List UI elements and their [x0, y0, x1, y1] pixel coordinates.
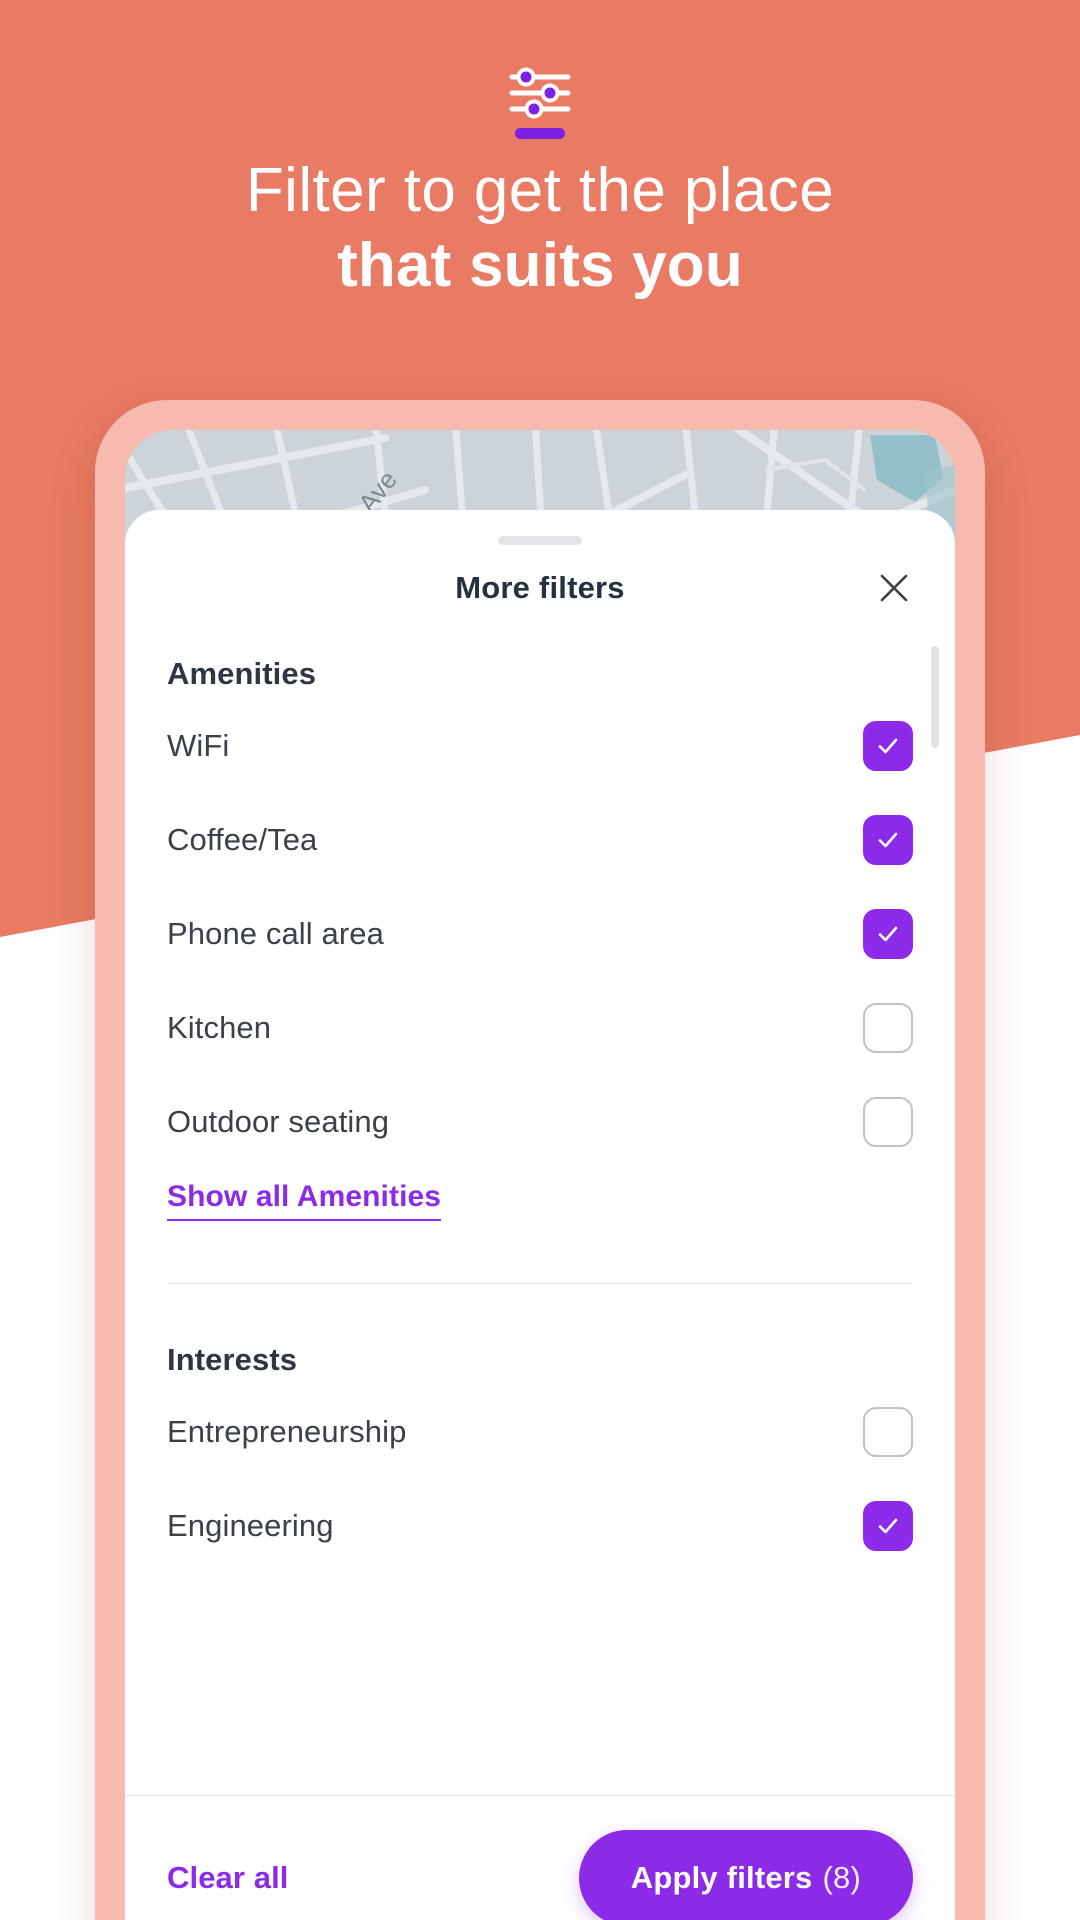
filter-row-engineering[interactable]: Engineering — [167, 1486, 913, 1566]
clear-all-button[interactable]: Clear all — [167, 1860, 289, 1896]
sheet-title: More filters — [455, 570, 625, 605]
filter-row-coffee-tea[interactable]: Coffee/Tea — [167, 800, 913, 880]
phone-mockup-frame: le Ave More filters Amenities WiFi Coffe… — [95, 400, 985, 1920]
filter-row-entrepreneurship[interactable]: Entrepreneurship — [167, 1392, 913, 1472]
apply-filters-count: (8) — [822, 1860, 861, 1895]
filter-label: Entrepreneurship — [167, 1414, 407, 1449]
more-filters-bottom-sheet: More filters Amenities WiFi Coffee/Tea P… — [125, 510, 955, 1920]
scrollbar-thumb[interactable] — [931, 646, 939, 748]
hero-headline: Filter to get the place that suits you — [0, 156, 1080, 301]
filter-label: Engineering — [167, 1508, 334, 1543]
filter-label: Phone call area — [167, 916, 384, 951]
section-interests: Interests Entrepreneurship Engineering — [167, 1342, 913, 1566]
section-heading-amenities: Amenities — [167, 656, 317, 691]
filter-label: Outdoor seating — [167, 1104, 390, 1139]
filters-scroll-area[interactable]: Amenities WiFi Coffee/Tea Phone call are… — [125, 622, 955, 1795]
headline-line-2: that suits you — [337, 231, 743, 301]
section-heading-interests: Interests — [167, 1342, 298, 1377]
apply-filters-label: Apply filters — [630, 1860, 813, 1895]
headline-line-1: Filter to get the place — [245, 156, 835, 225]
filter-row-outdoor-seating[interactable]: Outdoor seating — [167, 1082, 913, 1162]
checkbox-phone-call-area[interactable] — [863, 909, 913, 959]
filter-label: Kitchen — [167, 1010, 272, 1045]
sliders-filter-icon — [504, 0, 576, 144]
show-all-amenities-link[interactable]: Show all Amenities — [167, 1180, 442, 1221]
checkbox-wifi[interactable] — [863, 721, 913, 771]
section-amenities: Amenities WiFi Coffee/Tea Phone call are… — [167, 656, 913, 1221]
close-icon[interactable] — [871, 565, 917, 611]
checkbox-engineering[interactable] — [863, 1501, 913, 1551]
sheet-header: More filters — [125, 545, 955, 631]
filter-row-wifi[interactable]: WiFi — [167, 706, 913, 786]
checkbox-kitchen[interactable] — [863, 1003, 913, 1053]
hero-section: Filter to get the place that suits you — [0, 0, 1080, 301]
filter-label: Coffee/Tea — [167, 822, 318, 857]
section-divider — [167, 1283, 913, 1284]
filter-row-kitchen[interactable]: Kitchen — [167, 988, 913, 1068]
checkbox-coffee-tea[interactable] — [863, 815, 913, 865]
filter-row-phone-call-area[interactable]: Phone call area — [167, 894, 913, 974]
filter-label: WiFi — [167, 728, 230, 763]
checkbox-entrepreneurship[interactable] — [863, 1407, 913, 1457]
checkbox-outdoor-seating[interactable] — [863, 1097, 913, 1147]
screenshot-root: Filter to get the place that suits you l… — [0, 0, 1080, 1920]
drag-handle[interactable] — [498, 536, 582, 545]
apply-filters-button[interactable]: Apply filters (8) — [578, 1830, 913, 1920]
sheet-footer-actions: Clear all Apply filters (8) — [125, 1795, 955, 1920]
phone-screen: le Ave More filters Amenities WiFi Coffe… — [125, 430, 955, 1920]
